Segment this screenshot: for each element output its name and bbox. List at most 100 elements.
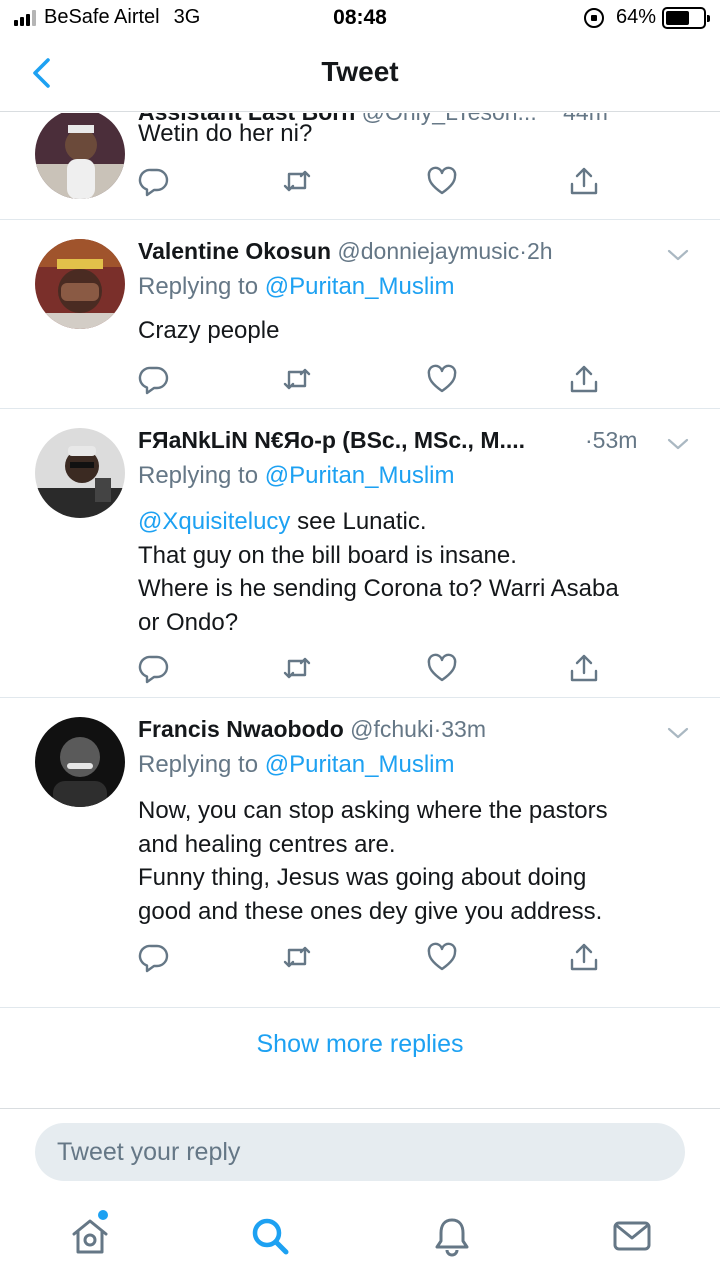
- reply-icon: [138, 655, 169, 684]
- tweet-time: 33m: [441, 716, 486, 742]
- share-button[interactable]: [568, 941, 600, 973]
- tab-messages[interactable]: [610, 1214, 654, 1258]
- retweet-button[interactable]: [281, 941, 313, 973]
- tweet-text: @Xquisitelucy see Lunatic. That guy on t…: [138, 505, 688, 639]
- share-icon: [570, 167, 598, 195]
- reply-icon: [138, 366, 169, 395]
- body-mention[interactable]: @Xquisitelucy: [138, 508, 290, 535]
- replying-to-mention[interactable]: @Puritan_Muslim: [265, 751, 455, 778]
- tweet-text-line: @Xquisitelucy see Lunatic.: [138, 508, 427, 535]
- tweet-header: Valentine Okosun @donniejaymusic·2h: [138, 238, 658, 265]
- replying-to-label: Replying to: [138, 751, 259, 778]
- avatar[interactable]: [35, 239, 125, 329]
- reply-button[interactable]: [138, 363, 170, 395]
- tweet-time: 2h: [526, 238, 553, 264]
- search-icon: [252, 1218, 289, 1255]
- share-button[interactable]: [568, 165, 600, 197]
- battery-icon: [662, 6, 710, 29]
- replying-to-label: Replying to: [138, 273, 259, 300]
- share-icon: [570, 943, 598, 971]
- share-button[interactable]: [568, 652, 600, 684]
- retweet-icon: [283, 657, 311, 679]
- replying-to-mention[interactable]: @Puritan_Muslim: [265, 462, 455, 489]
- author-handle[interactable]: @fchuki: [350, 716, 433, 742]
- tweet-text-line: Wetin do her ni?: [138, 120, 313, 147]
- tweet[interactable]: FЯaNkLiN N€Яo-p (BSc., MSc., M.... ·53m …: [0, 409, 720, 698]
- tweet-text-line: Crazy people: [138, 317, 280, 344]
- tab-bar: [0, 1194, 720, 1280]
- avatar[interactable]: [35, 113, 125, 199]
- reply-button[interactable]: [138, 165, 170, 197]
- nav-bar: Tweet: [0, 38, 720, 112]
- avatar[interactable]: [35, 428, 125, 518]
- tweet-text-line: That guy on the bill board is insane.: [138, 541, 517, 569]
- replying-to-mention[interactable]: @Puritan_Muslim: [265, 273, 455, 300]
- author-handle[interactable]: @donniejaymusic: [337, 238, 519, 264]
- retweet-icon: [283, 170, 311, 192]
- page-title: Tweet: [321, 56, 399, 87]
- tweet-text: Now, you can stop asking where the pasto…: [138, 794, 688, 928]
- tweet-meta: ·53m: [585, 427, 637, 454]
- tab-search[interactable]: [248, 1214, 292, 1258]
- tab-notifications[interactable]: [430, 1214, 474, 1258]
- like-button[interactable]: [426, 652, 458, 684]
- notifications-icon: [435, 1218, 469, 1257]
- chevron-down-icon: [667, 438, 689, 450]
- tweet-text-line: or Ondo?: [138, 608, 239, 636]
- avatar-image: [35, 239, 125, 329]
- tweet-text: Wetin do her ni?: [138, 117, 688, 151]
- tab-home[interactable]: [68, 1214, 112, 1258]
- tweet-text-line: and healing centres are.: [138, 830, 396, 858]
- reply-feed[interactable]: Assistant Last Born @Only_LTeson... 44m …: [0, 113, 720, 1108]
- show-more-replies-link[interactable]: Show more replies: [0, 1030, 720, 1059]
- tweet-text-line: good and these ones dey give you address…: [138, 897, 603, 925]
- avatar-image: [35, 113, 125, 199]
- tweet[interactable]: Assistant Last Born @Only_LTeson... 44m …: [0, 113, 720, 220]
- reply-input[interactable]: [35, 1123, 685, 1181]
- retweet-button[interactable]: [281, 165, 313, 197]
- tweet[interactable]: Francis Nwaobodo @fchuki·33m Replying to…: [0, 698, 720, 1008]
- retweet-button[interactable]: [281, 652, 313, 684]
- share-icon: [570, 365, 598, 393]
- author-name[interactable]: FЯaNkLiN N€Яo-p (BSc., MSc., M....: [138, 427, 525, 453]
- replying-to-label: Replying to: [138, 462, 259, 489]
- reply-icon: [138, 168, 169, 197]
- like-icon: [427, 166, 457, 195]
- like-icon: [427, 653, 457, 682]
- tweet-actions: [138, 165, 608, 197]
- like-button[interactable]: [426, 941, 458, 973]
- tweet-menu-button[interactable]: [666, 436, 690, 452]
- tweet-text: Crazy people: [138, 314, 688, 348]
- like-button[interactable]: [426, 165, 458, 197]
- tweet-menu-button[interactable]: [666, 725, 690, 741]
- tweet-header: Francis Nwaobodo @fchuki·33m: [138, 716, 658, 743]
- retweet-button[interactable]: [281, 363, 313, 395]
- reply-button[interactable]: [138, 652, 170, 684]
- like-icon: [427, 942, 457, 971]
- chevron-down-icon: [667, 249, 689, 261]
- reply-button[interactable]: [138, 941, 170, 973]
- reply-icon: [138, 944, 169, 973]
- tweet-time: 53m: [592, 427, 638, 453]
- battery-percent: 64%: [615, 6, 656, 28]
- tweet[interactable]: Valentine Okosun @donniejaymusic·2h Repl…: [0, 220, 720, 409]
- like-button[interactable]: [426, 363, 458, 395]
- tweet-actions: [138, 941, 608, 973]
- tweet-header: FЯaNkLiN N€Яo-p (BSc., MSc., M....: [138, 427, 658, 454]
- tweet-actions: [138, 363, 608, 395]
- tweet-menu-button[interactable]: [666, 247, 690, 263]
- retweet-icon: [283, 368, 311, 390]
- replying-to: Replying to @Puritan_Muslim: [138, 751, 455, 779]
- rotation-lock-icon: [583, 7, 604, 28]
- new-activity-dot: [98, 1210, 108, 1220]
- separator-dot: ·: [585, 427, 593, 453]
- retweet-icon: [283, 946, 311, 968]
- messages-icon: [613, 1221, 651, 1251]
- separator-dot: ·: [519, 238, 527, 264]
- share-icon: [570, 654, 598, 682]
- avatar[interactable]: [35, 717, 125, 807]
- share-button[interactable]: [568, 363, 600, 395]
- author-name[interactable]: Valentine Okosun: [138, 238, 331, 264]
- tweet-text-line: Funny thing, Jesus was going about doing: [138, 864, 587, 891]
- author-name[interactable]: Francis Nwaobodo: [138, 716, 344, 742]
